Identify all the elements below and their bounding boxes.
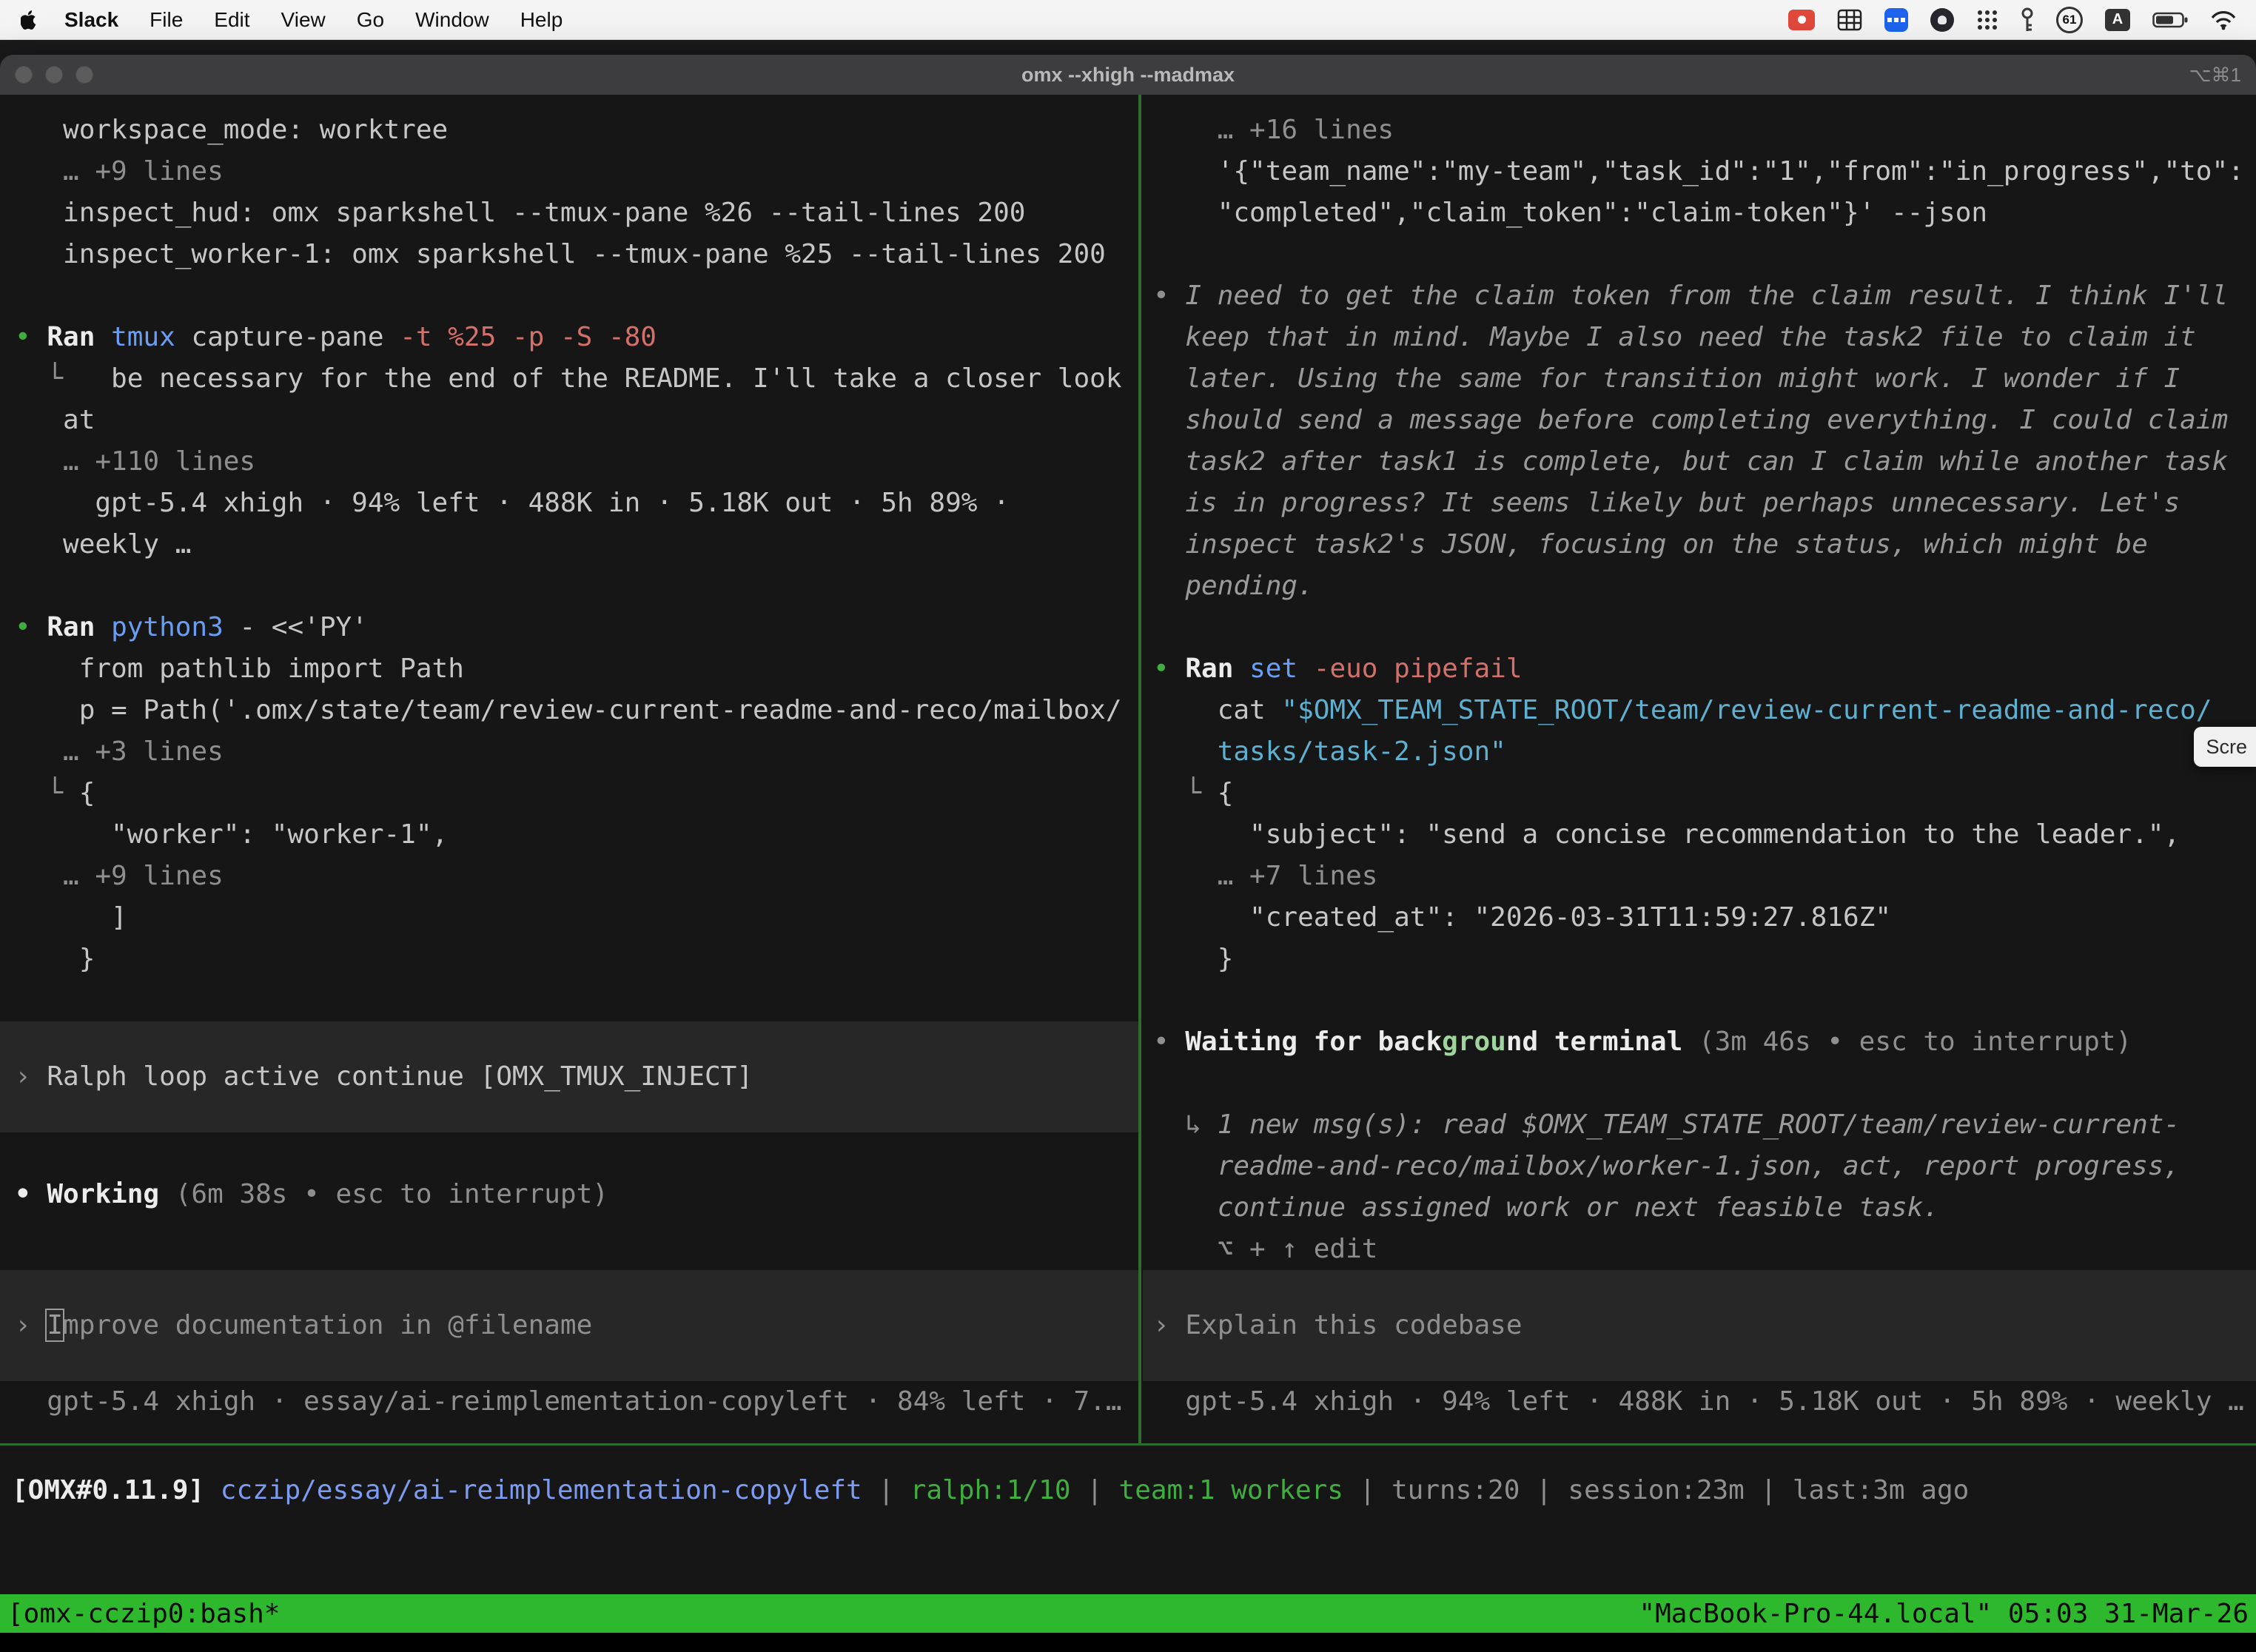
terminal-line: • Working (6m 38s • esc to interrupt)	[0, 1174, 1138, 1215]
omx-hud-line: [OMX#0.11.9] cczip/essay/ai-reimplementa…	[0, 1470, 2256, 1511]
apple-menu-icon[interactable]	[21, 10, 38, 30]
prompt-suggestion[interactable]: › Explain this codebase	[1143, 1270, 2256, 1381]
terminal-window: omx --xhigh --madmax ⌥⌘1 workspace_mode:…	[0, 55, 2256, 1652]
terminal-line: ↳ 1 new msg(s): read $OMX_TEAM_STATE_ROO…	[1143, 1104, 2256, 1146]
terminal-line: p = Path('.omx/state/team/review-current…	[0, 690, 1138, 731]
spreadsheet-grid-icon[interactable]	[1837, 9, 1862, 31]
prompt-suggestion[interactable]: › Improve documentation in @filename	[0, 1270, 1138, 1381]
terminal-line: "created_at": "2026-03-31T11:59:27.816Z"	[1143, 897, 2256, 939]
ralph-loop-banner[interactable]: › Ralph loop active continue [OMX_TMUX_I…	[0, 1021, 1138, 1132]
terminal-line: inspect task2's JSON, focusing on the st…	[1143, 524, 2256, 565]
terminal-line: is in progress? It seems likely but perh…	[1143, 483, 2256, 524]
left-pane[interactable]: workspace_mode: worktree … +9 lines insp…	[0, 95, 1138, 1443]
tmux-terminal: workspace_mode: worktree … +9 lines insp…	[0, 95, 2256, 1443]
terminal-line: inspect_hud: omx sparkshell --tmux-pane …	[0, 192, 1138, 234]
terminal-line: readme-and-reco/mailbox/worker-1.json, a…	[1143, 1146, 2256, 1187]
terminal-line: workspace_mode: worktree	[0, 110, 1138, 151]
minimize-button[interactable]	[45, 66, 63, 84]
terminal-line: • Ran set -euo pipefail	[1143, 648, 2256, 690]
terminal-line	[1143, 1063, 2256, 1104]
menu-item-edit[interactable]: Edit	[198, 8, 265, 31]
terminal-line: ]	[0, 897, 1138, 939]
terminal-line: continue assigned work or next feasible …	[1143, 1187, 2256, 1229]
window-shortcut-hint: ⌥⌘1	[2189, 64, 2256, 87]
menu-items: SlackFileEditViewGoWindowHelp	[49, 8, 578, 32]
terminal-line: weekly …	[0, 524, 1138, 565]
key-icon[interactable]	[2021, 7, 2034, 33]
model-status-line: gpt-5.4 xhigh · essay/ai-reimplementatio…	[0, 1381, 1138, 1423]
terminal-line	[0, 1215, 1138, 1257]
terminal-line: • Waiting for background terminal (3m 46…	[1143, 1021, 2256, 1063]
terminal-line: … +7 lines	[1143, 856, 2256, 897]
pane-divider[interactable]	[1138, 95, 1141, 1443]
terminal-line	[0, 565, 1138, 607]
terminal-line: inspect_worker-1: omx sparkshell --tmux-…	[0, 234, 1138, 275]
menu-item-slack[interactable]: Slack	[49, 8, 134, 31]
wifi-icon[interactable]	[2210, 10, 2237, 30]
screen-recording-icon[interactable]	[1788, 10, 1815, 30]
battery-percent-icon[interactable]: 61	[2056, 7, 2083, 33]
terminal-line: • Ran python3 - <<'PY'	[0, 607, 1138, 648]
menu-item-window[interactable]: Window	[400, 8, 505, 31]
terminal-line: ⌥ + ↑ edit	[1143, 1229, 2256, 1270]
menu-item-view[interactable]: View	[266, 8, 341, 31]
terminal-line	[1143, 234, 2256, 275]
keyboard-input-icon[interactable]: A	[2105, 9, 2130, 31]
docker-icon[interactable]	[1884, 8, 1908, 32]
terminal-line: tasks/task-2.json"	[1143, 731, 2256, 773]
window-titlebar[interactable]: omx --xhigh --madmax ⌥⌘1	[0, 55, 2256, 95]
terminal-line: └ {	[0, 773, 1138, 814]
terminal-line: cat "$OMX_TEAM_STATE_ROOT/team/review-cu…	[1143, 690, 2256, 731]
menu-bar: SlackFileEditViewGoWindowHelp 61 A	[0, 0, 2256, 40]
close-button[interactable]	[15, 66, 33, 84]
terminal-line: … +3 lines	[0, 731, 1138, 773]
terminal-line: └ be necessary for the end of the README…	[0, 358, 1138, 400]
screenshot-toast[interactable]: Scre	[2194, 727, 2256, 767]
terminal-line	[1143, 607, 2256, 648]
window-title: omx --xhigh --madmax	[0, 64, 2256, 87]
terminal-line: gpt-5.4 xhigh · 94% left · 488K in · 5.1…	[0, 483, 1138, 524]
terminal-line	[0, 1132, 1138, 1174]
battery-icon[interactable]	[2152, 11, 2188, 29]
terminal-line: later. Using the same for transition mig…	[1143, 358, 2256, 400]
menu-item-go[interactable]: Go	[341, 8, 400, 31]
tmux-session-label: [omx-cczip0:bash*	[7, 1599, 280, 1629]
terminal-line	[0, 275, 1138, 317]
terminal-line: └ {	[1143, 773, 2256, 814]
terminal-line: pending.	[1143, 565, 2256, 607]
terminal-line: … +16 lines	[1143, 110, 2256, 151]
model-status-line: gpt-5.4 xhigh · 94% left · 488K in · 5.1…	[1143, 1381, 2256, 1423]
tmux-host-clock: "MacBook-Pro-44.local" 05:03 31-Mar-26	[1639, 1599, 2249, 1629]
pane-horizontal-divider	[0, 1443, 2256, 1446]
menu-item-file[interactable]: File	[134, 8, 198, 31]
right-pane[interactable]: … +16 lines '{"team_name":"my-team","tas…	[1143, 95, 2256, 1443]
launchpad-icon[interactable]	[1976, 9, 1998, 31]
terminal-line: "completed","claim_token":"claim-token"}…	[1143, 192, 2256, 234]
right-pane-content: … +16 lines '{"team_name":"my-team","tas…	[1143, 95, 2256, 1423]
menu-item-help[interactable]: Help	[505, 8, 579, 31]
terminal-line: should send a message before completing …	[1143, 400, 2256, 441]
terminal-line: "subject": "send a concise recommendatio…	[1143, 814, 2256, 856]
terminal-line: • I need to get the claim token from the…	[1143, 275, 2256, 317]
terminal-line: task2 after task1 is complete, but can I…	[1143, 441, 2256, 483]
terminal-line	[0, 980, 1138, 1021]
terminal-line: }	[1143, 939, 2256, 980]
app-icon-dark[interactable]	[1930, 8, 1954, 32]
terminal-line: … +9 lines	[0, 856, 1138, 897]
zoom-button[interactable]	[75, 66, 93, 84]
terminal-line	[1143, 980, 2256, 1021]
terminal-line: keep that in mind. Maybe I also need the…	[1143, 317, 2256, 358]
below-statusbar-area	[0, 1633, 2256, 1652]
terminal-line: … +110 lines	[0, 441, 1138, 483]
terminal-line: }	[0, 939, 1138, 980]
left-pane-content: workspace_mode: worktree … +9 lines insp…	[0, 95, 1138, 1423]
tmux-status-bar: [omx-cczip0:bash* "MacBook-Pro-44.local"…	[0, 1594, 2256, 1633]
terminal-line: from pathlib import Path	[0, 648, 1138, 690]
terminal-line: "worker": "worker-1",	[0, 814, 1138, 856]
terminal-line: '{"team_name":"my-team","task_id":"1","f…	[1143, 151, 2256, 192]
terminal-line: at	[0, 400, 1138, 441]
terminal-line: • Ran tmux capture-pane -t %25 -p -S -80	[0, 317, 1138, 358]
terminal-line: … +9 lines	[0, 151, 1138, 192]
